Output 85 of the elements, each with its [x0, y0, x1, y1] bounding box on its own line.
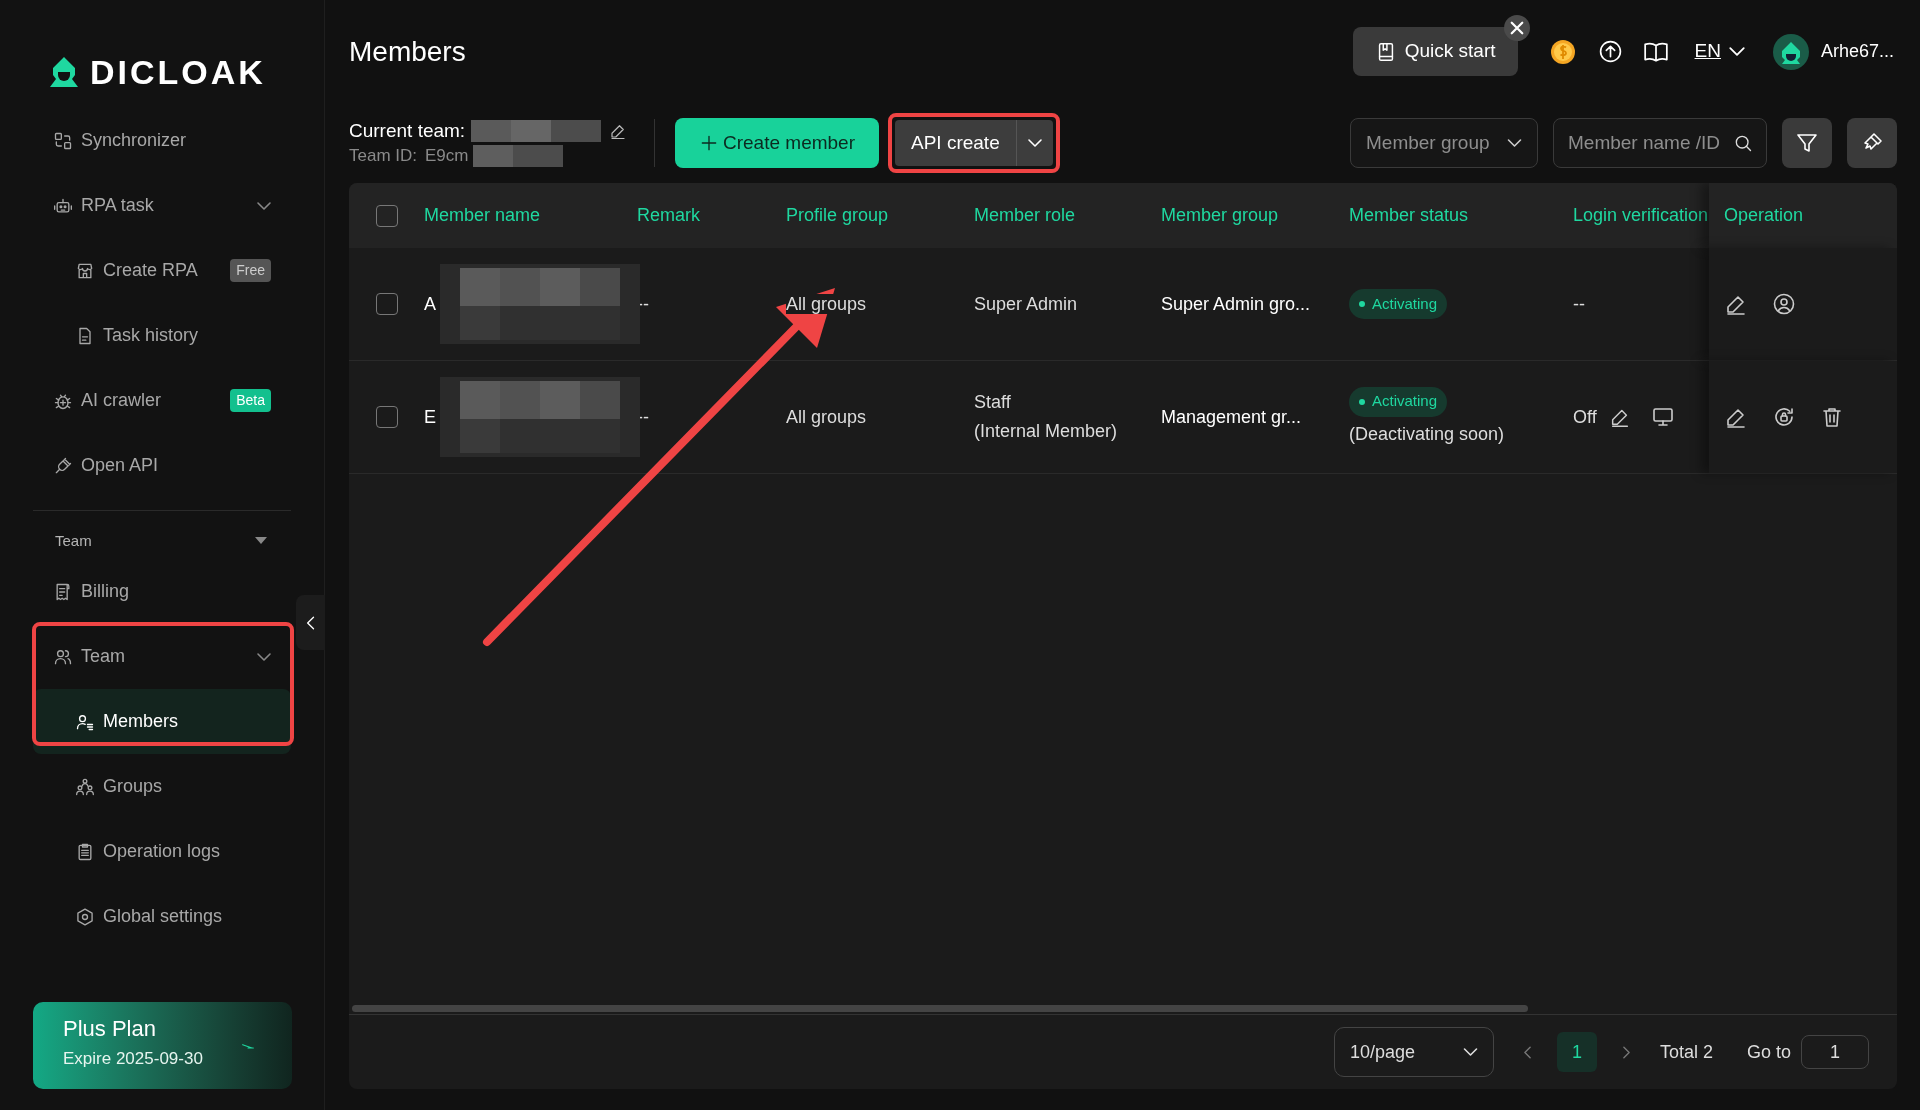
checkbox[interactable]	[375, 204, 398, 227]
avatar-icon[interactable]	[1772, 33, 1809, 70]
chevron-icon	[1027, 139, 1042, 147]
chevron-icon	[1462, 1048, 1478, 1056]
plus-icon	[699, 133, 719, 153]
plan-title: Plus Plan	[63, 1015, 157, 1043]
column-header: Operation	[1724, 204, 1804, 227]
logo-text: DICLOAK	[90, 54, 266, 89]
chevron-icon	[1728, 47, 1745, 56]
table-cell-text: Super Admin	[974, 292, 1079, 316]
page-button[interactable]: 1	[1556, 1032, 1597, 1072]
table-cell-text: --	[1573, 292, 1585, 316]
sidebar-item[interactable]: Operation logs	[33, 819, 291, 884]
column-header: Member group	[1161, 204, 1279, 227]
team-id: E9cm	[425, 145, 469, 168]
status-badge: Activating	[1349, 289, 1448, 319]
create-member-button[interactable]: Create member	[675, 118, 879, 168]
sidebar-item[interactable]: Open API	[33, 433, 291, 498]
user-name[interactable]: Arhe67...	[1820, 38, 1894, 65]
close-icon	[1510, 22, 1523, 34]
status-badge: Activating	[1349, 386, 1448, 417]
sidebar-item[interactable]: Team	[33, 624, 291, 689]
search-field[interactable]: Member name /ID	[1553, 118, 1767, 168]
member-name: A	[424, 292, 436, 316]
lock-refresh-icon[interactable]	[1772, 405, 1796, 429]
squares-icon	[53, 130, 73, 151]
user-circle-icon[interactable]	[1772, 292, 1796, 316]
scrollbar-thumb[interactable]	[352, 1005, 1528, 1012]
goto-label: Go to	[1746, 1040, 1791, 1064]
quick-start-button[interactable]: Quick start	[1352, 27, 1518, 76]
sidebar-item[interactable]: Billing	[33, 559, 291, 624]
filter-button[interactable]	[1782, 118, 1832, 168]
column-header: Member status	[1349, 204, 1469, 227]
sidebar-item[interactable]: Synchronizer	[33, 108, 291, 173]
trash-icon[interactable]	[1820, 405, 1844, 429]
total-count: Total 2	[1659, 1040, 1713, 1064]
sidebar-item[interactable]: RPA task	[33, 173, 291, 238]
table-cell: All groups	[786, 293, 867, 314]
close-button[interactable]	[1503, 15, 1530, 41]
section-label: Team	[55, 530, 92, 551]
plan-card[interactable]: Plus Plan Expire 2025-09-30	[33, 1002, 292, 1089]
sidebar-item[interactable]: Task history	[33, 303, 291, 368]
upload-icon	[1597, 39, 1623, 64]
filter-icon	[1795, 131, 1819, 155]
table-cell-text: (Internal Member)	[974, 420, 1119, 443]
group-icon	[75, 776, 95, 797]
search-icon	[1733, 133, 1753, 153]
current-team-label: Current team:	[349, 118, 466, 143]
table-cell: Super Admin gro...	[1161, 293, 1311, 314]
plan-expiry: Expire 2025-09-30	[63, 1048, 203, 1070]
table-cell-text: Off	[1573, 405, 1597, 429]
hexagon-icon	[75, 906, 95, 927]
status-note: (Deactivating soon)	[1349, 422, 1505, 446]
column-header: Profile group	[786, 204, 889, 227]
team-id-label: Team ID:	[349, 145, 418, 168]
column-header: Member role	[974, 204, 1076, 227]
clear-button[interactable]	[1847, 118, 1897, 168]
sidebar-item[interactable]: Members	[33, 689, 291, 754]
sidebar-badge: Beta	[230, 389, 271, 412]
dropdown-triangle-icon[interactable]	[255, 537, 267, 545]
page-title: Members	[349, 34, 467, 69]
column-header: Login verification	[1573, 204, 1709, 227]
checkbox[interactable]	[375, 293, 398, 315]
sidebar-item[interactable]: Groups	[33, 754, 291, 819]
sidebar-item[interactable]: Create RPA Free	[33, 238, 291, 303]
monitor-icon	[1650, 405, 1675, 429]
pencil-icon	[609, 122, 628, 140]
column-header: Remark	[637, 204, 700, 227]
sidebar-item[interactable]: Global settings	[33, 884, 291, 949]
language-selector[interactable]: EN	[1694, 37, 1745, 66]
chevron-right-icon	[1622, 1045, 1630, 1059]
member-name: E	[424, 405, 436, 429]
page-size-select[interactable]: 10/page	[1333, 1027, 1494, 1077]
checkbox[interactable]	[375, 406, 398, 428]
chevron-icon	[1507, 139, 1522, 147]
table-cell: Management gr...	[1161, 406, 1302, 427]
page-input[interactable]: 1	[1801, 1035, 1869, 1069]
column-header: Member name	[424, 204, 541, 227]
sidebar-badge: Free	[230, 259, 271, 282]
table-cell-text: Staff	[974, 391, 1012, 414]
hooded-figure-logo-icon	[48, 55, 80, 88]
chevron-left-icon	[1523, 1045, 1531, 1059]
sidebar-item[interactable]: AI crawler Beta	[33, 368, 291, 433]
plug-icon	[53, 455, 73, 476]
member-group-select[interactable]: Member group	[1350, 118, 1538, 168]
